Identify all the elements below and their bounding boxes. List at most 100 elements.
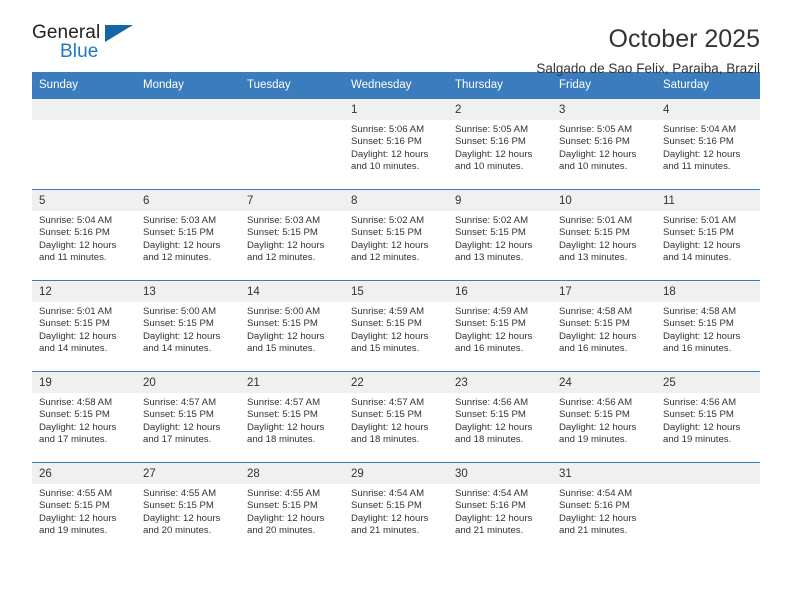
day-cell-content: 24 Sunrise: 4:56 AM Sunset: 5:15 PM Dayligh… (552, 372, 656, 462)
day-cell-content: 31 Sunrise: 4:54 AM Sunset: 5:16 PM Dayligh… (552, 463, 656, 553)
day-number: 28 (240, 463, 344, 484)
calendar-day-cell[interactable]: 27 Sunrise: 4:55 AM Sunset: 5:15 PM Dayligh… (136, 462, 240, 553)
calendar-day-cell[interactable]: 19 Sunrise: 4:58 AM Sunset: 5:15 PM Dayligh… (32, 371, 136, 463)
day-number: 8 (344, 190, 448, 211)
sunset-text: Sunset: 5:15 PM (559, 409, 630, 421)
sunset-text: Sunset: 5:15 PM (247, 318, 318, 330)
sunset-text: Sunset: 5:16 PM (455, 500, 526, 512)
calendar-day-cell[interactable]: 23 Sunrise: 4:56 AM Sunset: 5:15 PM Dayligh… (448, 371, 552, 463)
sunset-text: Sunset: 5:15 PM (143, 318, 214, 330)
sunset-text: Sunset: 5:15 PM (39, 318, 110, 330)
day-cell-content: 16 Sunrise: 4:59 AM Sunset: 5:15 PM Dayligh… (448, 281, 552, 371)
sunset-text: Sunset: 5:15 PM (39, 409, 110, 421)
calendar-day-cell[interactable]: 20 Sunrise: 4:57 AM Sunset: 5:15 PM Dayligh… (136, 371, 240, 463)
daylight-text: Daylight: 12 hours and 20 minutes. (247, 512, 325, 537)
day-sun-info: Sunrise: 4:56 AM Sunset: 5:15 PM Daylight:… (656, 393, 760, 447)
sunset-text: Sunset: 5:15 PM (455, 409, 526, 421)
day-cell-content: 29 Sunrise: 4:54 AM Sunset: 5:15 PM Dayligh… (344, 463, 448, 553)
calendar-day-cell[interactable]: 2 Sunrise: 5:05 AM Sunset: 5:16 PM Daylight… (448, 99, 552, 190)
day-sun-info: Sunrise: 4:55 AM Sunset: 5:15 PM Daylight:… (136, 484, 240, 538)
page-title: October 2025 (608, 25, 761, 53)
day-number: 11 (656, 190, 760, 211)
calendar-day-cell[interactable]: 17 Sunrise: 4:58 AM Sunset: 5:15 PM Dayligh… (552, 280, 656, 372)
day-number: 26 (32, 463, 136, 484)
sunrise-text: Sunrise: 4:54 AM (455, 488, 529, 499)
calendar-day-cell[interactable]: 18 Sunrise: 4:58 AM Sunset: 5:15 PM Dayligh… (656, 280, 760, 372)
day-number: 19 (32, 372, 136, 393)
sunrise-text: Sunrise: 4:56 AM (455, 397, 529, 408)
calendar-day-cell[interactable]: 4 Sunrise: 5:04 AM Sunset: 5:16 PM Daylight… (656, 99, 760, 190)
sunrise-text: Sunrise: 5:00 AM (247, 306, 321, 317)
day-cell-content: 9 Sunrise: 5:02 AM Sunset: 5:15 PM Daylight… (448, 190, 552, 280)
calendar-day-cell[interactable]: 24 Sunrise: 4:56 AM Sunset: 5:15 PM Dayligh… (552, 371, 656, 463)
sunrise-text: Sunrise: 4:58 AM (559, 306, 633, 317)
day-sun-info: Sunrise: 4:57 AM Sunset: 5:15 PM Daylight:… (344, 393, 448, 447)
day-sun-info: Sunrise: 5:00 AM Sunset: 5:15 PM Daylight:… (136, 302, 240, 356)
weekday-header-sunday: Sunday (32, 72, 136, 99)
calendar-day-cell[interactable]: 21 Sunrise: 4:57 AM Sunset: 5:15 PM Dayligh… (240, 371, 344, 463)
calendar-day-cell[interactable]: 10 Sunrise: 5:01 AM Sunset: 5:15 PM Dayligh… (552, 189, 656, 281)
calendar-day-cell[interactable]: 14 Sunrise: 5:00 AM Sunset: 5:15 PM Dayligh… (240, 280, 344, 372)
sunset-text: Sunset: 5:16 PM (39, 227, 110, 239)
day-sun-info: Sunrise: 5:04 AM Sunset: 5:16 PM Daylight:… (32, 211, 136, 265)
sunset-text: Sunset: 5:15 PM (559, 318, 630, 330)
daylight-text: Daylight: 12 hours and 19 minutes. (663, 421, 741, 446)
calendar-day-cell[interactable]: 8 Sunrise: 5:02 AM Sunset: 5:15 PM Daylight… (344, 189, 448, 281)
day-cell-content (656, 463, 760, 553)
calendar-day-cell[interactable]: 26 Sunrise: 4:55 AM Sunset: 5:15 PM Dayligh… (32, 462, 136, 553)
day-number: 18 (656, 281, 760, 302)
sunrise-text: Sunrise: 4:58 AM (663, 306, 737, 317)
sunrise-text: Sunrise: 4:55 AM (39, 488, 113, 499)
day-cell-content (136, 99, 240, 189)
sunrise-text: Sunrise: 4:57 AM (247, 397, 321, 408)
daylight-text: Daylight: 12 hours and 18 minutes. (247, 421, 325, 446)
sunrise-text: Sunrise: 4:59 AM (351, 306, 425, 317)
calendar-day-cell[interactable]: 5 Sunrise: 5:04 AM Sunset: 5:16 PM Daylight… (32, 189, 136, 281)
sunset-text: Sunset: 5:15 PM (663, 318, 734, 330)
day-cell-content: 2 Sunrise: 5:05 AM Sunset: 5:16 PM Daylight… (448, 99, 552, 189)
page-header: General Blue October 2025 Salgado de Sao… (32, 0, 761, 76)
day-cell-content: 4 Sunrise: 5:04 AM Sunset: 5:16 PM Daylight… (656, 99, 760, 189)
calendar-day-cell[interactable]: 25 Sunrise: 4:56 AM Sunset: 5:15 PM Dayligh… (656, 371, 760, 463)
calendar-day-cell[interactable]: 28 Sunrise: 4:55 AM Sunset: 5:15 PM Dayligh… (240, 462, 344, 553)
daylight-text: Daylight: 12 hours and 19 minutes. (39, 512, 117, 537)
sunset-text: Sunset: 5:16 PM (559, 500, 630, 512)
day-cell-content: 21 Sunrise: 4:57 AM Sunset: 5:15 PM Dayligh… (240, 372, 344, 462)
sunset-text: Sunset: 5:16 PM (663, 136, 734, 148)
calendar-day-cell[interactable]: 16 Sunrise: 4:59 AM Sunset: 5:15 PM Dayligh… (448, 280, 552, 372)
calendar-day-cell[interactable]: 31 Sunrise: 4:54 AM Sunset: 5:16 PM Dayligh… (552, 462, 656, 553)
calendar-day-cell[interactable]: 13 Sunrise: 5:00 AM Sunset: 5:15 PM Dayligh… (136, 280, 240, 372)
calendar-day-cell[interactable]: 6 Sunrise: 5:03 AM Sunset: 5:15 PM Daylight… (136, 189, 240, 281)
day-cell-content: 14 Sunrise: 5:00 AM Sunset: 5:15 PM Dayligh… (240, 281, 344, 371)
calendar-day-cell[interactable]: 22 Sunrise: 4:57 AM Sunset: 5:15 PM Dayligh… (344, 371, 448, 463)
day-cell-content: 26 Sunrise: 4:55 AM Sunset: 5:15 PM Dayligh… (32, 463, 136, 553)
day-cell-content: 13 Sunrise: 5:00 AM Sunset: 5:15 PM Dayligh… (136, 281, 240, 371)
day-number (32, 99, 136, 120)
calendar-day-cell[interactable]: 30 Sunrise: 4:54 AM Sunset: 5:16 PM Dayligh… (448, 462, 552, 553)
day-sun-info: Sunrise: 4:56 AM Sunset: 5:15 PM Daylight:… (448, 393, 552, 447)
sunset-text: Sunset: 5:15 PM (143, 500, 214, 512)
day-number: 1 (344, 99, 448, 120)
day-cell-content: 5 Sunrise: 5:04 AM Sunset: 5:16 PM Daylight… (32, 190, 136, 280)
calendar-day-cell[interactable]: 9 Sunrise: 5:02 AM Sunset: 5:15 PM Daylight… (448, 189, 552, 281)
sunset-text: Sunset: 5:15 PM (663, 227, 734, 239)
day-sun-info: Sunrise: 5:03 AM Sunset: 5:15 PM Daylight:… (240, 211, 344, 265)
calendar-day-cell[interactable]: 1 Sunrise: 5:06 AM Sunset: 5:16 PM Daylight… (344, 99, 448, 190)
calendar-day-cell[interactable]: 7 Sunrise: 5:03 AM Sunset: 5:15 PM Daylight… (240, 189, 344, 281)
calendar-day-cell (240, 99, 344, 190)
general-blue-logo[interactable]: General Blue (32, 22, 152, 68)
daylight-text: Daylight: 12 hours and 15 minutes. (247, 330, 325, 355)
sunrise-sunset-calendar: Sunday Monday Tuesday Wednesday Thursday Frid… (32, 72, 760, 553)
calendar-day-cell[interactable]: 15 Sunrise: 4:59 AM Sunset: 5:15 PM Dayligh… (344, 280, 448, 372)
calendar-day-cell[interactable]: 29 Sunrise: 4:54 AM Sunset: 5:15 PM Dayligh… (344, 462, 448, 553)
daylight-text: Daylight: 12 hours and 16 minutes. (663, 330, 741, 355)
calendar-day-cell[interactable]: 11 Sunrise: 5:01 AM Sunset: 5:15 PM Dayligh… (656, 189, 760, 281)
calendar-day-cell[interactable]: 3 Sunrise: 5:05 AM Sunset: 5:16 PM Daylight… (552, 99, 656, 190)
day-cell-content: 6 Sunrise: 5:03 AM Sunset: 5:15 PM Daylight… (136, 190, 240, 280)
day-sun-info: Sunrise: 4:55 AM Sunset: 5:15 PM Daylight:… (240, 484, 344, 538)
logo-text-blue: Blue (60, 41, 99, 62)
day-sun-info: Sunrise: 5:02 AM Sunset: 5:15 PM Daylight:… (448, 211, 552, 265)
calendar-day-cell[interactable]: 12 Sunrise: 5:01 AM Sunset: 5:15 PM Dayligh… (32, 280, 136, 372)
calendar-page: General Blue October 2025 Salgado de Sao… (0, 0, 792, 612)
sunset-text: Sunset: 5:16 PM (559, 136, 630, 148)
